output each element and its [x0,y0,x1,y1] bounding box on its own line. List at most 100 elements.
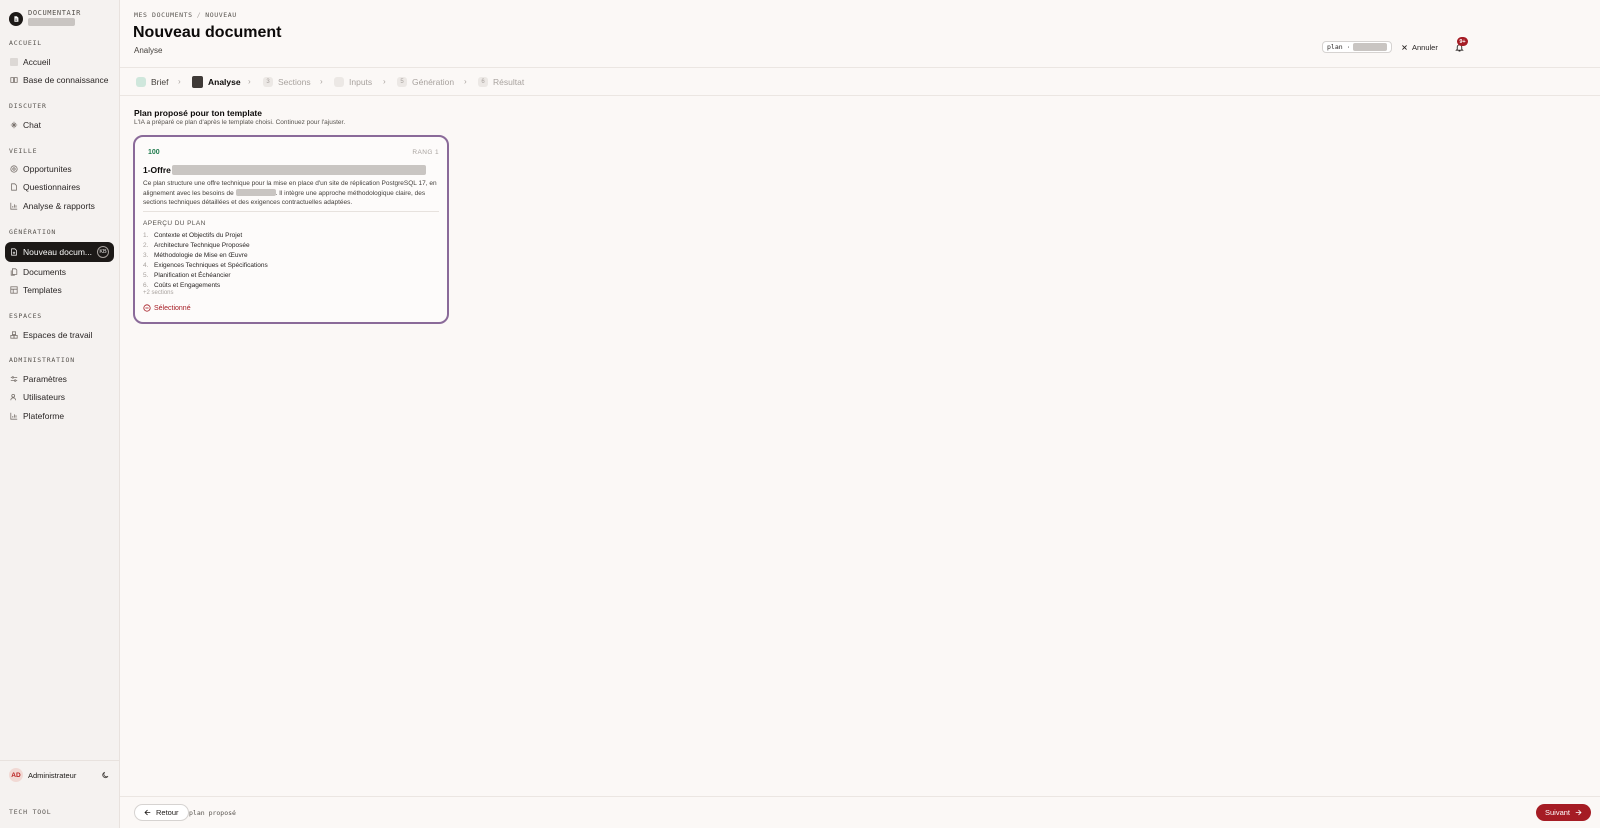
kb-badge: KB [97,246,109,258]
step-number: 5 [397,77,407,87]
plan-pill: plan · [1322,41,1393,53]
users-icon [9,392,19,402]
item-number: 1. [143,231,149,239]
plan-card[interactable]: 100 RANG 1 1-Offre Ce plan structure une… [133,135,449,324]
sidebar-item-documents[interactable]: Documents [5,263,114,281]
tech-tool-label: TECH TOOL [9,808,52,816]
sidebar-item-analyse-rapports[interactable]: Analyse & rapports [5,197,114,215]
plan-title: 1-Offre [143,165,426,175]
list-item: 2. Architecture Technique Proposée [143,240,268,250]
target-icon [9,164,19,174]
item-number: 3. [143,251,149,259]
selected-label: Sélectionné [154,304,191,312]
list-item: 5. Planification et Échéancier [143,270,268,280]
next-button[interactable]: Suivant [1536,804,1592,821]
sidebar: DOCUMENTAIR ACCUEIL Accueil Base de conn… [0,0,120,828]
sidebar-item-label: Accueil [23,57,51,67]
sidebar-item-label: Analyse & rapports [23,201,95,211]
back-button[interactable]: Retour [134,804,189,821]
sidebar-item-nouveau-document[interactable]: Nouveau docum... KB [5,242,114,262]
sidebar-item-label: Plateforme [23,411,65,421]
step-brief[interactable]: Brief [136,76,168,88]
step-label: Brief [151,77,169,87]
sidebar-item-plateforme[interactable]: Plateforme [5,407,114,425]
breadcrumb-item-nouveau: NOUVEAU [205,11,237,19]
chevron-right-icon: › [464,77,467,86]
book-icon [9,75,19,85]
section-title: Plan proposé pour ton template [134,108,262,118]
rank-label: RANG 1 [412,149,439,156]
sidebar-item-utilisateurs[interactable]: Utilisateurs [5,388,114,406]
plan-title-text: 1-Offre [143,165,171,175]
section-label-generation: GÉNÉRATION [9,228,57,236]
brand[interactable]: DOCUMENTAIR [9,9,81,28]
step-inputs[interactable]: Inputs [334,76,372,88]
step-label: Génération [412,77,455,87]
apercu-label: APERÇU DU PLAN [143,220,206,227]
redacted-client-name [235,188,276,196]
home-icon [9,57,19,67]
sidebar-item-accueil[interactable]: Accueil [5,53,114,71]
section-label-veille: VEILLE [9,147,38,155]
sidebar-item-label: Chat [23,120,41,130]
bar-chart-icon [9,201,19,211]
step-generation[interactable]: 5 Génération [397,76,454,88]
step-number [136,77,146,87]
sidebar-item-label: Documents [23,267,66,277]
step-number: 3 [263,77,273,87]
step-resultat[interactable]: 6 Résultat [478,76,524,88]
item-number: 5. [143,271,149,279]
item-number: 2. [143,241,149,249]
sidebar-item-questionnaires[interactable]: Questionnaires [5,178,114,196]
cancel-button[interactable]: Annuler [1401,41,1438,53]
sidebar-divider [0,760,120,761]
sidebar-item-chat[interactable]: Chat [5,116,114,134]
step-number [192,76,203,88]
sidebar-item-label: Templates [23,285,62,295]
file-plus-icon [9,247,19,257]
sidebar-item-label: Paramètres [23,374,67,384]
step-sections[interactable]: 3 Sections [263,76,311,88]
plan-description: Ce plan structure une offre technique po… [143,179,441,208]
score-badge: 100 [148,149,160,156]
sidebar-item-parametres[interactable]: Paramètres [5,370,114,388]
sidebar-item-label: Nouveau docum... [23,247,92,257]
moon-icon[interactable] [101,770,111,780]
stepper: Brief › Analyse › 3 Sections › Inputs › … [120,68,1600,96]
step-analyse[interactable]: Analyse [192,76,241,88]
breadcrumb-item-mes-documents[interactable]: MES DOCUMENTS [134,11,193,19]
section-description: L'IA a préparé ce plan d'après le templa… [134,119,346,126]
step-label: Résultat [493,77,525,87]
sidebar-item-opportunites[interactable]: Opportunites [5,160,114,178]
file-question-icon [9,182,19,192]
list-item: 3. Méthodologie de Mise en Œuvre [143,250,268,260]
sidebar-item-espaces-de-travail[interactable]: Espaces de travail [5,326,114,344]
next-button-label: Suivant [1545,808,1571,817]
sidebar-item-base-de-connaissance[interactable]: Base de connaissance [5,71,114,89]
cancel-button-label: Annuler [1412,42,1438,52]
boxes-icon [9,330,19,340]
step-number: 6 [478,77,488,87]
item-number: 6. [143,281,149,289]
redacted-workspace-name [28,18,75,26]
section-label-administration: ADMINISTRATION [9,356,75,364]
document-logo-icon [9,12,23,26]
step-number [334,77,344,87]
selected-indicator: Sélectionné [143,304,191,312]
sidebar-item-label: Espaces de travail [23,330,93,340]
sidebar-item-label: Base de connaissance [23,75,109,85]
back-button-label: Retour [156,808,179,817]
sidebar-item-label: Questionnaires [23,182,81,192]
close-icon [1402,44,1407,50]
notification-badge: 9+ [1457,37,1468,46]
user-profile[interactable]: AD Administrateur [9,767,111,783]
sidebar-item-label: Utilisateurs [23,392,66,402]
sidebar-item-templates[interactable]: Templates [5,281,114,299]
item-label: Architecture Technique Proposée [154,241,250,249]
plan-pill-label: plan · [1327,43,1351,51]
brand-name: DOCUMENTAIR [28,9,81,17]
sidebar-item-label: Opportunites [23,164,72,174]
user-name: Administrateur [28,770,77,780]
list-item: 1. Contexte et Objectifs du Projet [143,230,268,240]
chevron-right-icon: › [248,77,251,86]
